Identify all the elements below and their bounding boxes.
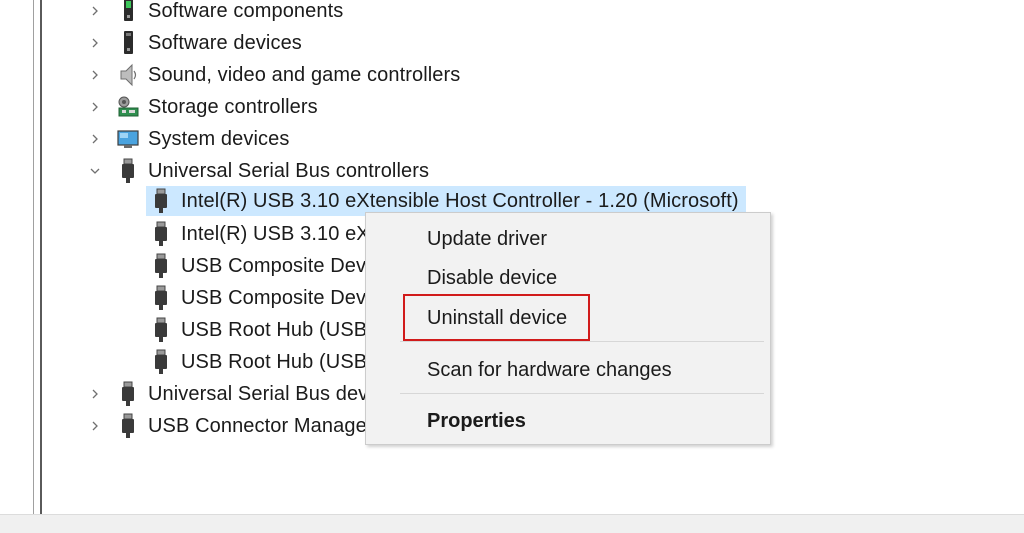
usb-plug-icon — [148, 315, 174, 345]
tree-item-label: Software components — [148, 0, 344, 22]
left-pane-edge — [0, 0, 34, 514]
tree-item-usb-composite-2[interactable]: USB Composite Dev — [146, 283, 366, 313]
tree-item-label: Universal Serial Bus controllers — [148, 159, 430, 182]
speaker-icon — [115, 60, 141, 90]
menu-separator — [400, 393, 764, 394]
tree-item-intel-host-controller-2[interactable]: Intel(R) USB 3.10 eXt — [146, 219, 375, 249]
tree-item-label: USB Root Hub (USB — [181, 350, 368, 373]
menu-separator — [400, 341, 764, 342]
usb-plug-icon — [148, 251, 174, 281]
tree-item-label: Intel(R) USB 3.10 eXtensible Host Contro… — [181, 189, 739, 212]
chevron-right-icon[interactable] — [85, 28, 105, 58]
usb-plug-icon — [148, 347, 174, 377]
chevron-right-icon[interactable] — [85, 124, 105, 154]
tree-item-label: USB Root Hub (USB — [181, 318, 368, 341]
tree-item-usb-devices[interactable]: Universal Serial Bus dev — [42, 379, 368, 409]
usb-plug-icon — [115, 379, 141, 409]
software-components-icon — [115, 0, 141, 26]
tree-item-usb-root-hub-2[interactable]: USB Root Hub (USB — [146, 347, 367, 377]
tree-item-system-devices[interactable]: System devices — [42, 124, 289, 154]
tree-item-storage-controllers[interactable]: Storage controllers — [42, 92, 318, 122]
tree-item-label: USB Connector Manage — [148, 414, 367, 437]
tree-item-label: Storage controllers — [148, 95, 318, 118]
usb-plug-icon — [115, 411, 141, 441]
tree-item-usb-controllers[interactable]: Universal Serial Bus controllers — [42, 156, 429, 186]
usb-plug-icon — [115, 156, 141, 186]
tree-item-label: Universal Serial Bus dev — [148, 382, 369, 405]
system-devices-icon — [115, 124, 141, 154]
pane-divider — [33, 0, 34, 514]
tree-item-label: System devices — [148, 127, 290, 150]
tree-item-label: Intel(R) USB 3.10 eXt — [181, 222, 376, 245]
menu-item-properties[interactable]: Properties — [427, 410, 526, 433]
tree-item-usb-root-hub-1[interactable]: USB Root Hub (USB — [146, 315, 367, 345]
chevron-right-icon[interactable] — [85, 411, 105, 441]
tree-item-label: USB Composite Dev — [181, 286, 367, 309]
tree-item-usb-composite-1[interactable]: USB Composite Dev — [146, 251, 366, 281]
status-bar — [0, 514, 1024, 533]
menu-item-scan-hardware-changes[interactable]: Scan for hardware changes — [427, 359, 672, 382]
usb-plug-icon — [148, 219, 174, 249]
chevron-right-icon[interactable] — [85, 92, 105, 122]
usb-plug-icon — [148, 283, 174, 313]
software-devices-icon — [115, 28, 141, 58]
uninstall-highlight-box — [403, 294, 590, 341]
menu-item-update-driver[interactable]: Update driver — [427, 228, 547, 251]
tree-item-label: USB Composite Dev — [181, 254, 367, 277]
tree-item-usb-connector-managers[interactable]: USB Connector Manage — [42, 411, 367, 441]
chevron-right-icon[interactable] — [85, 60, 105, 90]
chevron-down-icon[interactable] — [85, 156, 105, 186]
menu-item-disable-device[interactable]: Disable device — [427, 267, 557, 290]
usb-plug-icon — [148, 186, 174, 216]
chevron-right-icon[interactable] — [85, 0, 105, 26]
tree-item-software-components[interactable]: Software components — [42, 0, 343, 26]
tree-item-label: Sound, video and game controllers — [148, 63, 461, 86]
tree-item-sound-video-game[interactable]: Sound, video and game controllers — [42, 60, 460, 90]
tree-item-label: Software devices — [148, 31, 302, 54]
tree-item-software-devices[interactable]: Software devices — [42, 28, 302, 58]
chevron-right-icon[interactable] — [85, 379, 105, 409]
storage-controller-icon — [115, 92, 141, 122]
